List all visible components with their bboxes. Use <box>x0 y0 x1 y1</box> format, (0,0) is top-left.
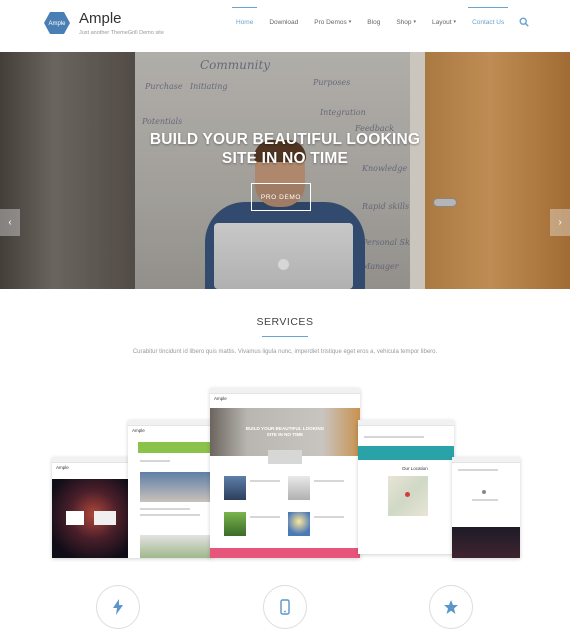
site-header: Ample Ample Just another ThemeGrill Demo… <box>0 0 570 52</box>
mockup-brand: Ample <box>214 396 227 401</box>
mockup-green-banner <box>138 442 212 453</box>
mockup-image <box>140 535 210 558</box>
chevron-down-icon: ▾ <box>453 19 457 25</box>
nav-label: Layout <box>432 18 452 26</box>
bolt-icon <box>113 599 123 615</box>
svg-text:Ample: Ample <box>48 21 66 27</box>
mockup-text <box>458 469 498 471</box>
mockup-image <box>452 527 520 558</box>
mobile-icon <box>280 599 290 615</box>
main-navigation: Home Download Pro Demos ▾ Blog Shop ▾ Layo… <box>228 0 512 44</box>
nav-item-layout[interactable]: Layout ▾ <box>424 0 464 44</box>
mockup-brand: Ample <box>132 428 145 433</box>
mockup-far-right <box>452 457 520 558</box>
heading-divider <box>262 336 308 337</box>
mockup-image <box>94 511 116 525</box>
star-icon <box>444 600 458 614</box>
mockup-left: Ample <box>128 420 212 558</box>
site-tagline: Just another ThemeGrill Demo site <box>79 30 164 36</box>
mockup-image <box>288 512 310 536</box>
services-description: Curabitur tincidunt id libero quis matti… <box>132 349 438 355</box>
feature-star <box>429 585 473 629</box>
mockup-right: Our Location <box>358 420 454 554</box>
feature-bolt <box>96 585 140 629</box>
nav-label: Download <box>269 18 299 26</box>
chevron-down-icon: ▾ <box>348 19 352 25</box>
hero-title-line: SITE IN NO TIME <box>221 150 349 167</box>
feature-mobile <box>263 585 307 629</box>
mockup-text <box>364 436 424 438</box>
mockup-far-left: Ample <box>52 457 128 558</box>
mockup-pink-footer <box>210 548 360 558</box>
mockup-image <box>66 511 84 525</box>
nav-item-shop[interactable]: Shop ▾ <box>388 0 424 44</box>
nav-label: Home <box>236 18 254 26</box>
mockup-image <box>140 472 210 502</box>
nav-label: Contact Us <box>472 18 505 26</box>
slider-next-arrow-icon[interactable]: › <box>550 209 570 236</box>
nav-label: Pro Demos <box>314 18 347 26</box>
mockup-image <box>224 512 246 536</box>
search-icon[interactable] <box>519 17 529 27</box>
mockup-location-label: Our Location <box>402 466 428 471</box>
mockup-icon <box>482 490 486 494</box>
mockup-laptop <box>268 450 302 464</box>
nav-label: Blog <box>367 18 381 26</box>
nav-item-blog[interactable]: Blog <box>359 0 388 44</box>
nav-item-pro-demos[interactable]: Pro Demos ▾ <box>306 0 359 44</box>
mockup-browser-bar <box>358 420 454 426</box>
pro-demo-button[interactable]: PRO DEMO <box>251 183 311 211</box>
ample-logo-icon[interactable]: Ample <box>44 11 70 35</box>
nav-label: Shop <box>396 18 412 26</box>
hero-title-line: BUILD YOUR BEAUTIFUL LOOKING <box>149 131 421 148</box>
mockup-title-line: BUILD YOUR BEAUTIFUL LOOKING <box>245 426 325 431</box>
nav-item-home[interactable]: Home <box>228 0 261 44</box>
mockup-image <box>52 479 128 558</box>
services-heading: SERVICES <box>256 316 314 328</box>
mockup-browser-bar <box>452 457 520 463</box>
mockup-text <box>140 508 190 510</box>
chevron-down-icon: ▾ <box>413 19 417 25</box>
mockup-teal-banner <box>358 446 454 460</box>
map-pin-icon <box>405 492 410 497</box>
mockup-text <box>250 516 280 518</box>
mockup-text <box>140 514 200 516</box>
mockup-text <box>314 480 344 482</box>
mockup-image <box>224 476 246 500</box>
mockup-image <box>288 476 310 500</box>
mockup-text <box>250 480 280 482</box>
site-title[interactable]: Ample <box>79 10 122 27</box>
mockup-title-line: SITE IN NO TIME <box>266 431 304 437</box>
hero-slider: Community Purchase Initiating Purposes P… <box>0 52 570 289</box>
mockup-center: Ample BUILD YOUR BEAUTIFUL LOOKING SITE … <box>210 388 360 558</box>
mockup-text <box>314 516 344 518</box>
mockup-hero-title: BUILD YOUR BEAUTIFUL LOOKING SITE IN NO … <box>245 426 325 437</box>
nav-item-download[interactable]: Download <box>261 0 306 44</box>
hero-overlay <box>0 52 570 289</box>
nav-item-contact-us[interactable]: Contact Us <box>464 0 512 44</box>
mockup-text <box>140 460 170 462</box>
mockup-text <box>472 499 498 501</box>
mockup-brand: Ample <box>56 465 69 470</box>
hero-title: BUILD YOUR BEAUTIFUL LOOKING SITE IN NO … <box>120 130 450 168</box>
slider-prev-arrow-icon[interactable]: ‹ <box>0 209 20 236</box>
